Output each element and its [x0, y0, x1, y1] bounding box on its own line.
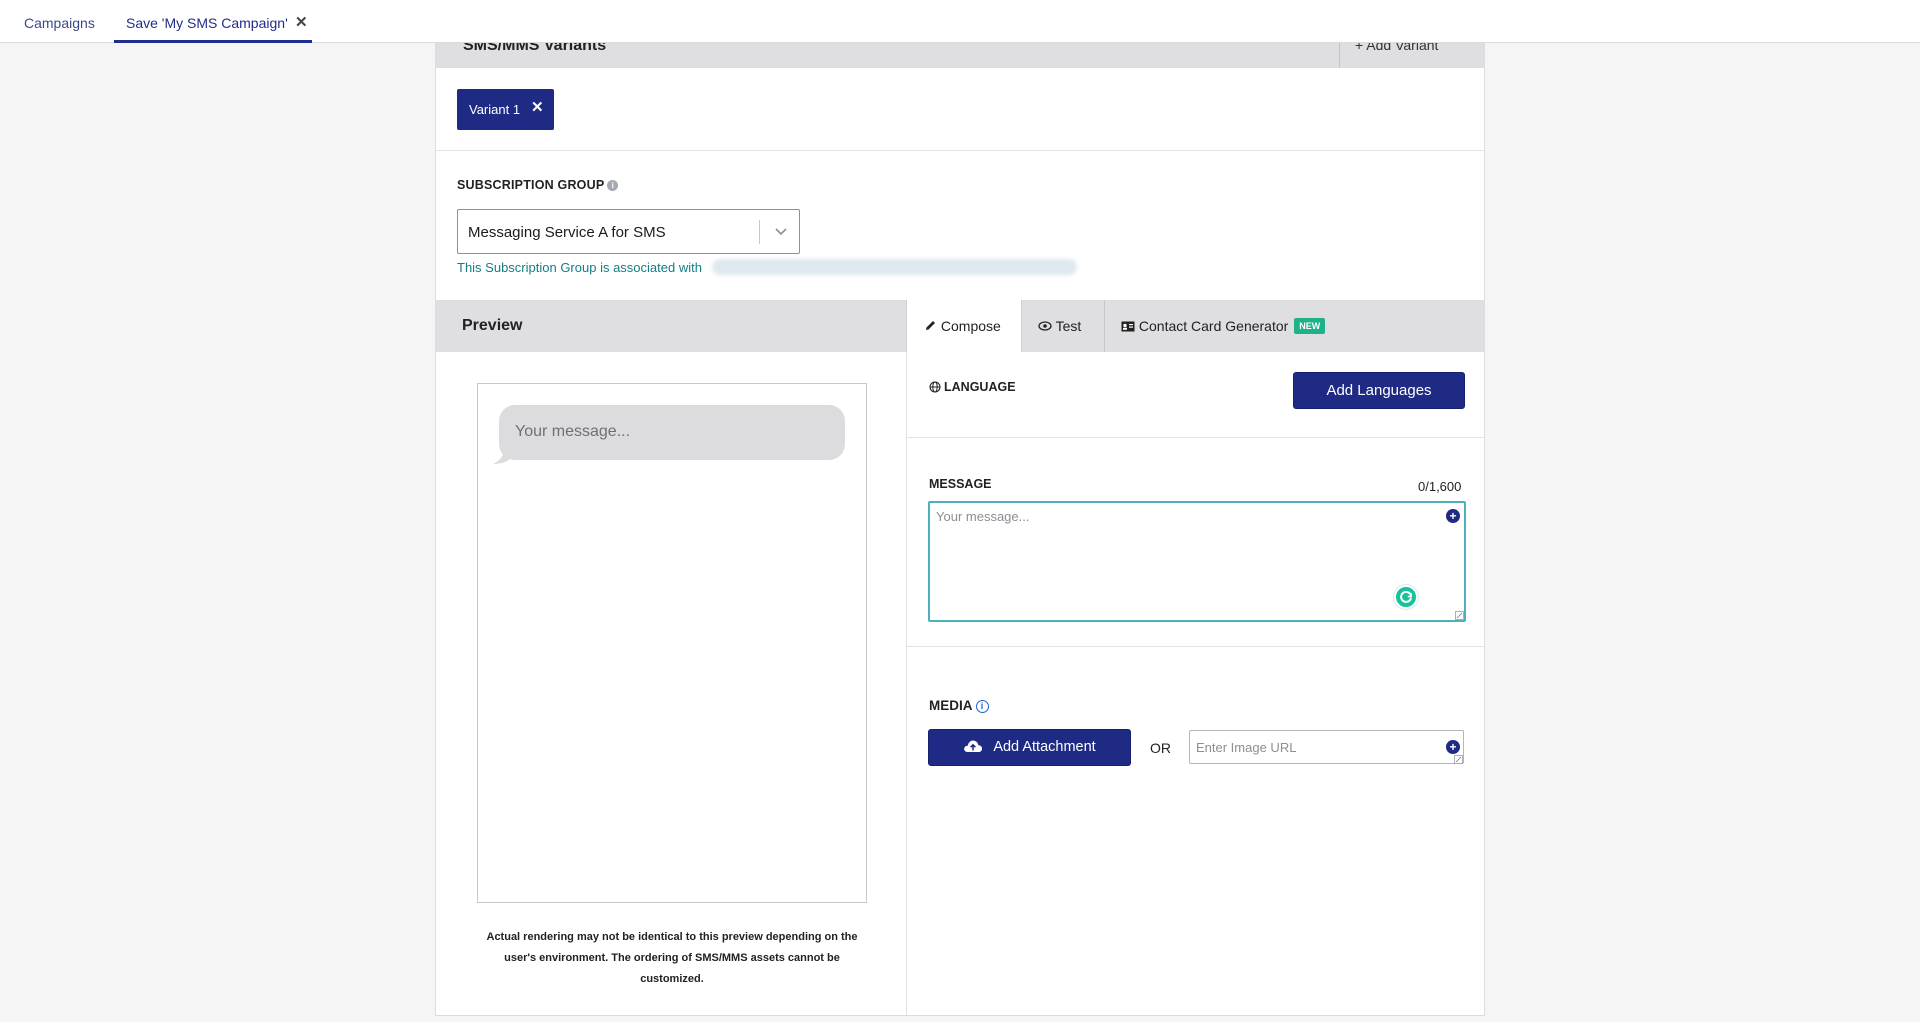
insert-personalization-icon[interactable]: + [1446, 509, 1460, 523]
remove-variant-icon[interactable]: ✕ [531, 98, 544, 116]
tab-compose[interactable]: Compose [906, 300, 1022, 352]
subscription-group-select[interactable]: Messaging Service A for SMS [457, 209, 800, 254]
chevron-down-icon[interactable] [772, 222, 790, 240]
add-languages-button[interactable]: Add Languages [1293, 372, 1465, 409]
divider [1339, 43, 1340, 68]
subscription-group-label-text: SUBSCRIPTION GROUP [457, 178, 605, 192]
variant-label: Variant 1 [469, 102, 521, 117]
new-badge: NEW [1294, 318, 1326, 334]
message-char-count: 0/1,600 [1418, 479, 1462, 494]
tab-compose-label: Compose [940, 318, 1001, 334]
resize-handle-icon[interactable] [1454, 755, 1463, 764]
variant-tab-1[interactable]: Variant 1 ✕ [457, 89, 554, 130]
message-textarea[interactable] [930, 503, 1464, 620]
pencil-icon [926, 321, 935, 330]
language-label: LANGUAGE [929, 380, 1016, 394]
variant-editor-panel: SMS/MMS Variants + Add Variant Variant 1… [435, 43, 1485, 1016]
message-label: MESSAGE [929, 477, 992, 491]
column-divider [906, 352, 907, 1016]
subscription-association-text: This Subscription Group is associated wi… [457, 260, 702, 275]
add-attachment-button[interactable]: Add Attachment [928, 729, 1131, 766]
tab-contact-card-generator[interactable]: Contact Card Generator NEW [1105, 300, 1365, 352]
divider [436, 150, 1484, 151]
tab-save-campaign[interactable]: Save 'My SMS Campaign' [126, 15, 288, 31]
media-label-text: MEDIA [929, 698, 973, 713]
info-icon[interactable]: i [607, 180, 619, 191]
language-label-text: LANGUAGE [944, 380, 1016, 394]
compose-tabs: Compose Test Contact Card Generator NEW [906, 300, 1484, 352]
preview-disclaimer: Actual rendering may not be identical to… [486, 931, 858, 985]
top-tab-bar: Campaigns Save 'My SMS Campaign' ✕ [0, 0, 1920, 43]
or-separator: OR [1150, 740, 1171, 756]
add-variant-button[interactable]: + Add Variant [1355, 43, 1438, 53]
grammar-assistant-icon[interactable] [1394, 585, 1418, 609]
preview-header: Preview [436, 300, 906, 352]
divider [435, 1015, 1485, 1016]
bubble-text: Your message... [515, 423, 631, 440]
globe-icon [929, 381, 941, 393]
divider [907, 646, 1484, 647]
image-url-field: + [1189, 730, 1464, 764]
select-separator [759, 220, 760, 244]
contact-card-icon [1121, 321, 1135, 332]
redacted-info [712, 259, 1077, 275]
phone-preview: Your message... [477, 383, 867, 903]
media-label: MEDIA i [929, 698, 989, 713]
subscription-group-value: Messaging Service A for SMS [468, 224, 666, 241]
cloud-upload-icon [964, 740, 983, 752]
message-field: + [928, 501, 1466, 622]
add-attachment-label: Add Attachment [993, 739, 1096, 755]
close-icon[interactable]: ✕ [295, 13, 308, 31]
image-url-input[interactable] [1190, 731, 1463, 763]
info-icon[interactable]: i [975, 700, 989, 713]
subscription-group-label: SUBSCRIPTION GROUP i [457, 178, 619, 192]
variants-title: SMS/MMS Variants [463, 43, 607, 54]
divider [907, 437, 1484, 438]
tab-test-label: Test [1055, 318, 1082, 334]
bubble-tail [493, 446, 511, 464]
preview-title: Preview [462, 317, 523, 334]
tab-campaigns[interactable]: Campaigns [24, 15, 95, 31]
tab-contact-card-label: Contact Card Generator [1138, 318, 1289, 334]
eye-icon [1038, 321, 1052, 331]
tab-test[interactable]: Test [1022, 300, 1104, 352]
active-tab-indicator [114, 40, 312, 43]
resize-handle-icon[interactable] [1455, 611, 1464, 620]
refresh-icon [1400, 590, 1412, 603]
message-bubble: Your message... [499, 405, 845, 460]
insert-url-icon[interactable]: + [1446, 740, 1460, 754]
variants-header: SMS/MMS Variants + Add Variant [436, 43, 1484, 68]
